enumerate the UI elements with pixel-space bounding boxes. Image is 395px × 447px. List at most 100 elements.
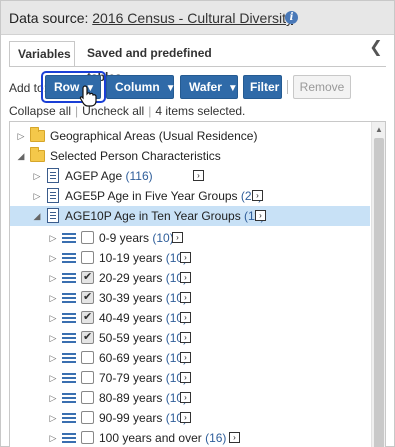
expand-arrow-icon[interactable]: ▷ bbox=[48, 308, 58, 328]
tree-node-age5p[interactable]: ▷ AGE5P Age in Five Year Groups (21) › bbox=[10, 186, 370, 206]
info-icon[interactable]: i bbox=[285, 11, 298, 24]
item-checkbox[interactable] bbox=[81, 351, 94, 364]
chevron-down-icon: ▼ bbox=[227, 83, 238, 94]
item-info-icon[interactable]: › bbox=[180, 392, 191, 403]
item-info-icon[interactable]: › bbox=[180, 292, 191, 303]
wafer-button[interactable]: Wafer ▼ bbox=[180, 75, 238, 99]
collapse-arrow-icon[interactable]: ◢ bbox=[16, 146, 26, 166]
tree-node-label: AGEP Age (116) bbox=[65, 169, 153, 183]
tree-node-selected-person-characteristics[interactable]: ◢ Selected Person Characteristics bbox=[10, 146, 370, 166]
item-info-icon[interactable]: › bbox=[172, 232, 183, 243]
expand-arrow-icon[interactable]: ▷ bbox=[32, 166, 42, 186]
category-list-icon bbox=[62, 372, 76, 384]
tree-item-10-19-years[interactable]: ▷ 10-19 years (10) › bbox=[10, 248, 370, 268]
item-checkbox[interactable] bbox=[81, 411, 94, 424]
selected-count-text: 4 items selected. bbox=[155, 104, 246, 118]
category-list-icon bbox=[62, 332, 76, 344]
item-info-icon[interactable]: › bbox=[180, 332, 191, 343]
wafer-button-label: Wafer bbox=[189, 80, 222, 94]
expand-arrow-icon[interactable]: ▷ bbox=[48, 228, 58, 248]
item-info-icon[interactable]: › bbox=[180, 252, 191, 263]
item-name: 80-89 years bbox=[99, 391, 163, 405]
expand-arrow-icon[interactable]: ▷ bbox=[48, 328, 58, 348]
expand-arrow-icon[interactable]: ▷ bbox=[16, 126, 26, 146]
expand-arrow-icon[interactable]: ▷ bbox=[32, 186, 42, 206]
item-count: (16) bbox=[205, 431, 227, 445]
variable-info-icon[interactable]: › bbox=[193, 170, 204, 181]
scrollbar-thumb[interactable] bbox=[374, 138, 384, 447]
chevron-down-icon: ▼ bbox=[165, 83, 176, 94]
tree-node-agep[interactable]: ▷ AGEP Age (116) › bbox=[10, 166, 370, 186]
item-info-icon[interactable]: › bbox=[180, 372, 191, 383]
item-label: 100 years and over (16) bbox=[99, 431, 226, 445]
item-checkbox[interactable] bbox=[81, 391, 94, 404]
tree-node-label: Selected Person Characteristics bbox=[50, 149, 221, 163]
item-name: 100 years and over bbox=[99, 431, 202, 445]
expand-arrow-icon[interactable]: ▷ bbox=[48, 248, 58, 268]
variable-info-icon[interactable]: › bbox=[252, 190, 263, 201]
category-list-icon bbox=[62, 312, 76, 324]
collapse-all-link[interactable]: Collapse all bbox=[9, 104, 71, 118]
tree-node-geographical-areas[interactable]: ▷ Geographical Areas (Usual Residence) bbox=[10, 126, 370, 146]
item-checkbox[interactable] bbox=[81, 330, 94, 344]
scroll-up-arrow-icon[interactable]: ▲ bbox=[375, 125, 383, 134]
tree-item-50-59-years[interactable]: ▷ 50-59 years (10) › bbox=[10, 328, 370, 348]
category-list-icon bbox=[62, 272, 76, 284]
item-name: 70-79 years bbox=[99, 371, 163, 385]
category-count: (116) bbox=[125, 169, 153, 183]
item-info-icon[interactable]: › bbox=[229, 432, 240, 443]
expand-arrow-icon[interactable]: ▷ bbox=[48, 368, 58, 388]
item-info-icon[interactable]: › bbox=[180, 272, 191, 283]
data-source-link[interactable]: 2016 Census - Cultural Diversity bbox=[92, 10, 293, 26]
uncheck-all-link[interactable]: Uncheck all bbox=[82, 104, 144, 118]
tree-node-label: Geographical Areas (Usual Residence) bbox=[50, 129, 258, 143]
panel-header: Data source: 2016 Census - Cultural Dive… bbox=[1, 1, 394, 35]
filter-button[interactable]: Filter bbox=[243, 75, 282, 99]
expand-arrow-icon[interactable]: ▷ bbox=[48, 388, 58, 408]
item-checkbox[interactable] bbox=[81, 270, 94, 284]
expand-arrow-icon[interactable]: ▷ bbox=[48, 408, 58, 428]
item-name: 40-49 years bbox=[99, 311, 163, 325]
tree-item-80-89-years[interactable]: ▷ 80-89 years (10) › bbox=[10, 388, 370, 408]
item-info-icon[interactable]: › bbox=[180, 412, 191, 423]
column-button[interactable]: Column ▼ bbox=[106, 75, 176, 99]
category-list-icon bbox=[62, 292, 76, 304]
item-checkbox[interactable] bbox=[81, 371, 94, 384]
expand-arrow-icon[interactable]: ▷ bbox=[48, 348, 58, 368]
tree-item-100-years-and-over[interactable]: ▷ 100 years and over (16) › bbox=[10, 428, 370, 447]
item-checkbox[interactable] bbox=[81, 251, 94, 264]
item-name: 60-69 years bbox=[99, 351, 163, 365]
collapse-arrow-icon[interactable]: ◢ bbox=[32, 206, 42, 226]
expand-arrow-icon[interactable]: ▷ bbox=[48, 428, 58, 447]
item-info-icon[interactable]: › bbox=[180, 352, 191, 363]
tree-item-20-29-years[interactable]: ▷ 20-29 years (10) › bbox=[10, 268, 370, 288]
item-count: (10) bbox=[152, 231, 174, 245]
item-name: 50-59 years bbox=[99, 331, 163, 345]
remove-button[interactable]: Remove bbox=[293, 75, 351, 99]
tree-node-age10p[interactable]: ◢ AGE10P Age in Ten Year Groups (11) › bbox=[10, 206, 370, 226]
item-name: 10-19 years bbox=[99, 251, 163, 265]
tab-saved-tables[interactable]: Saved and predefined tables bbox=[79, 41, 249, 84]
tree-item-40-49-years[interactable]: ▷ 40-49 years (10) › bbox=[10, 308, 370, 328]
item-checkbox[interactable] bbox=[81, 431, 94, 444]
expand-arrow-icon[interactable]: ▷ bbox=[48, 288, 58, 308]
tab-variables[interactable]: Variables bbox=[9, 41, 75, 67]
tree-item-0-9-years[interactable]: ▷ 0-9 years (10) › bbox=[10, 228, 370, 248]
variable-info-icon[interactable]: › bbox=[255, 210, 266, 221]
item-checkbox[interactable] bbox=[81, 231, 94, 244]
tree-item-60-69-years[interactable]: ▷ 60-69 years (10) › bbox=[10, 348, 370, 368]
item-checkbox[interactable] bbox=[81, 310, 94, 324]
tree-item-70-79-years[interactable]: ▷ 70-79 years (10) › bbox=[10, 368, 370, 388]
item-checkbox[interactable] bbox=[81, 290, 94, 304]
collapse-panel-chevron-icon[interactable]: ❮ bbox=[369, 39, 383, 57]
item-info-icon[interactable]: › bbox=[180, 312, 191, 323]
tree-scrollbar[interactable]: ▲ bbox=[371, 122, 385, 447]
category-list-icon bbox=[62, 232, 76, 244]
category-list-icon bbox=[62, 412, 76, 424]
variable-name: AGE10P Age in Ten Year Groups bbox=[65, 209, 241, 223]
tree-item-90-99-years[interactable]: ▷ 90-99 years (10) › bbox=[10, 408, 370, 428]
expand-arrow-icon[interactable]: ▷ bbox=[48, 268, 58, 288]
item-label: 10-19 years (10) bbox=[99, 251, 187, 265]
tree-item-30-39-years[interactable]: ▷ 30-39 years (10) › bbox=[10, 288, 370, 308]
folder-icon bbox=[30, 127, 45, 142]
